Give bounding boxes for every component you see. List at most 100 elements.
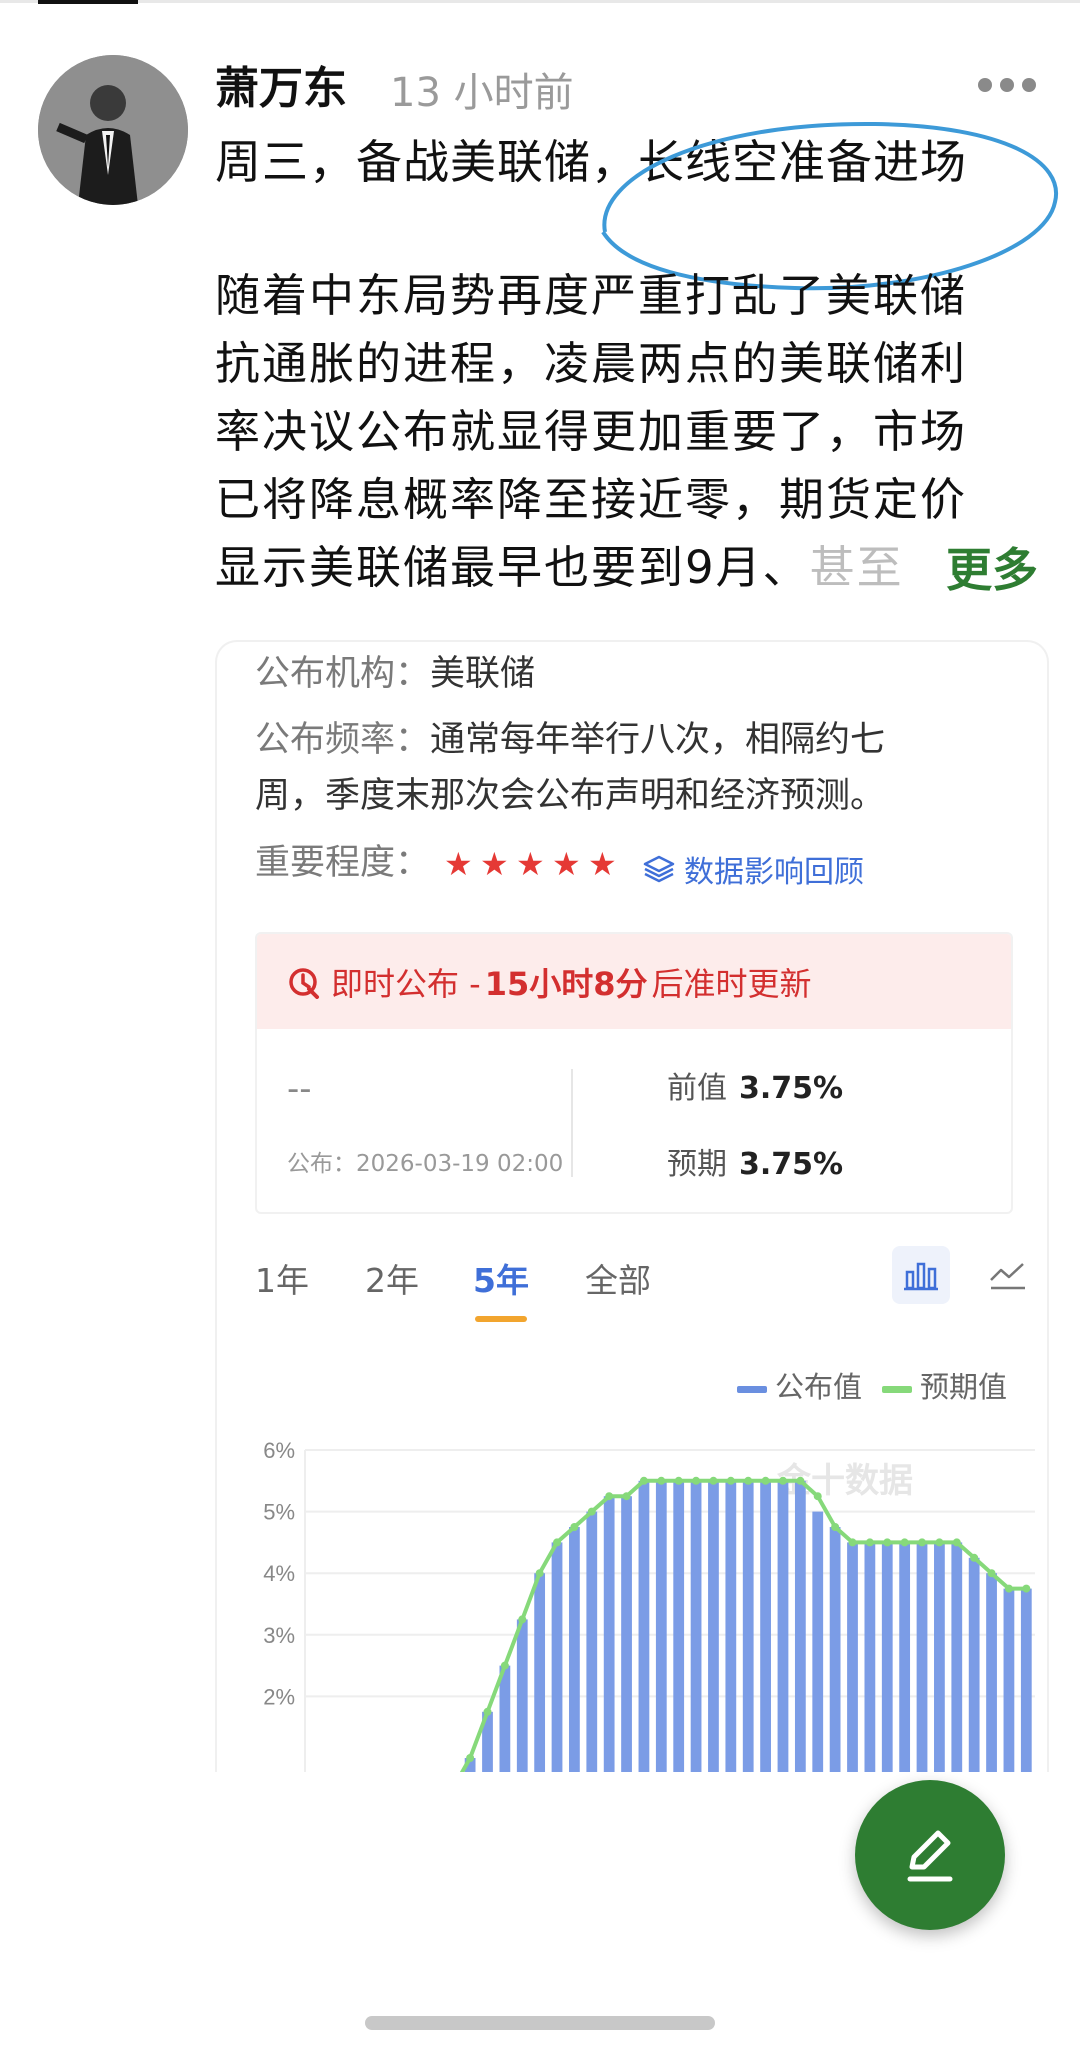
- bar: [742, 1480, 754, 1772]
- expected-point: [587, 1507, 596, 1516]
- bar: [725, 1480, 737, 1772]
- bar: [777, 1480, 789, 1772]
- expected-point: [1022, 1584, 1031, 1593]
- bar: [655, 1480, 667, 1772]
- post-body-fade-text: 甚至: [809, 541, 904, 594]
- y-tick-label: 3%: [263, 1623, 295, 1648]
- expected-point: [796, 1476, 805, 1485]
- expected-point: [1004, 1584, 1013, 1593]
- chart-legend: 公布值 预期值: [737, 1364, 1007, 1406]
- post-time: 13 小时前: [390, 70, 574, 116]
- expected-point: [674, 1476, 683, 1485]
- bar: [794, 1480, 806, 1772]
- legend-item-actual[interactable]: 公布值: [737, 1364, 862, 1406]
- data-impact-review-link[interactable]: 数据影响回顾: [642, 847, 864, 891]
- expected-point: [865, 1538, 874, 1547]
- expected-point: [761, 1476, 770, 1485]
- edit-pencil-icon: [907, 1830, 953, 1882]
- expected-point: [500, 1661, 509, 1670]
- rate-chart[interactable]: 6%5%4%3%2%金十数据: [217, 1422, 1047, 1772]
- expected-point: [483, 1707, 492, 1716]
- previous-value: 3.75%: [739, 1071, 844, 1106]
- expected-point: [952, 1538, 961, 1547]
- y-tick-label: 5%: [263, 1500, 295, 1525]
- bar: [847, 1542, 858, 1772]
- post-body[interactable]: 随着中东局势再度严重打乱了美联储 抗通胀的进程，凌晨两点的美联储利 率决议公布就…: [215, 262, 1045, 602]
- bar-chart-icon[interactable]: [892, 1246, 950, 1304]
- expected-point: [553, 1538, 562, 1547]
- range-tabs: 1年 2年 5年 全部: [255, 1246, 1025, 1324]
- star-icon: ★: [516, 845, 545, 883]
- avatar-image: [38, 55, 188, 205]
- top-divider: [0, 0, 1080, 4]
- expected-point: [848, 1538, 857, 1547]
- release-header: 即时公布 - 15小时8分 后准时更新: [257, 934, 1011, 1029]
- post-body-line: 随着中东局势再度严重打乱了美联储: [215, 269, 968, 322]
- data-impact-review-label: 数据影响回顾: [684, 855, 864, 890]
- star-icon: ★: [552, 845, 581, 883]
- bar: [986, 1573, 997, 1772]
- expected-point: [918, 1538, 927, 1547]
- release-suffix: 后准时更新: [651, 964, 812, 1003]
- star-icon: ★: [588, 845, 617, 883]
- divider: [571, 1069, 573, 1177]
- y-tick-label: 4%: [263, 1561, 295, 1586]
- expected-point: [657, 1476, 666, 1485]
- bar: [916, 1542, 928, 1772]
- post-body-line: 显示美联储最早也要到9月、甚至: [215, 534, 1045, 602]
- bar: [551, 1542, 563, 1772]
- economic-data-card[interactable]: 公布机构：美联储 公布频率：通常每年举行八次，相隔约七 周，季度末那次会公布声明…: [215, 640, 1049, 1772]
- expected-label: 预期: [667, 1147, 727, 1182]
- expected-point: [639, 1476, 648, 1485]
- previous-value-row: 前值 3.75%: [667, 1063, 843, 1107]
- bar: [673, 1480, 685, 1772]
- actual-value: --: [287, 1069, 312, 1109]
- tab-all[interactable]: 全部: [585, 1254, 651, 1302]
- avatar[interactable]: [38, 55, 188, 205]
- star-icon: ★: [444, 845, 473, 883]
- expected-point: [883, 1538, 892, 1547]
- bar: [569, 1527, 580, 1772]
- post-body-line: 率决议公布就显得更加重要了，市场: [215, 405, 968, 458]
- expected-point: [831, 1523, 840, 1531]
- compose-button[interactable]: [855, 1780, 1005, 1930]
- expected-point: [466, 1754, 475, 1762]
- publish-time: 公布：2026-03-19 02:00: [287, 1151, 564, 1177]
- release-prefix: 即时公布 -: [331, 964, 481, 1003]
- expected-point: [900, 1538, 909, 1547]
- release-countdown: 15小时8分: [484, 964, 648, 1003]
- previous-label: 前值: [667, 1071, 727, 1106]
- home-indicator[interactable]: [365, 2016, 715, 2030]
- post-body-last-text: 显示美联储最早也要到9月、: [215, 541, 810, 594]
- tab-2y[interactable]: 2年: [365, 1254, 419, 1302]
- bar: [621, 1496, 632, 1772]
- bar: [690, 1480, 702, 1772]
- frequency-value-cont: 周，季度末那次会公布声明和经济预测。: [255, 776, 886, 816]
- expected-point: [935, 1538, 944, 1547]
- bar: [586, 1511, 598, 1772]
- expand-more-link[interactable]: 更多: [942, 534, 1038, 600]
- bar: [1020, 1588, 1032, 1772]
- y-tick-label: 2%: [263, 1684, 295, 1709]
- tab-1y[interactable]: 1年: [255, 1254, 309, 1302]
- bar: [499, 1665, 511, 1772]
- bar: [708, 1480, 719, 1772]
- line-chart-icon[interactable]: [979, 1246, 1037, 1304]
- bar: [829, 1527, 841, 1772]
- importance-stars: ★ ★ ★ ★ ★: [444, 845, 618, 883]
- author-name[interactable]: 萧万东: [215, 52, 347, 116]
- importance-label: 重要程度：: [255, 843, 431, 883]
- legend-actual-label: 公布值: [775, 1370, 863, 1404]
- expected-point: [692, 1476, 701, 1485]
- agency-label: 公布机构：: [255, 654, 431, 694]
- bar: [1003, 1588, 1015, 1772]
- bar: [899, 1542, 911, 1772]
- expected-point: [709, 1476, 718, 1485]
- star-icon: ★: [480, 845, 509, 883]
- legend-item-expected[interactable]: 预期值: [882, 1364, 1007, 1406]
- tab-5y[interactable]: 5年: [473, 1254, 529, 1322]
- y-tick-label: 6%: [263, 1438, 295, 1463]
- release-values: -- 公布：2026-03-19 02:00 前值 3.75% 预期 3.75%: [257, 1029, 1011, 1212]
- bar: [881, 1542, 893, 1772]
- release-panel: 即时公布 - 15小时8分 后准时更新 -- 公布：2026-03-19 02:…: [255, 932, 1013, 1214]
